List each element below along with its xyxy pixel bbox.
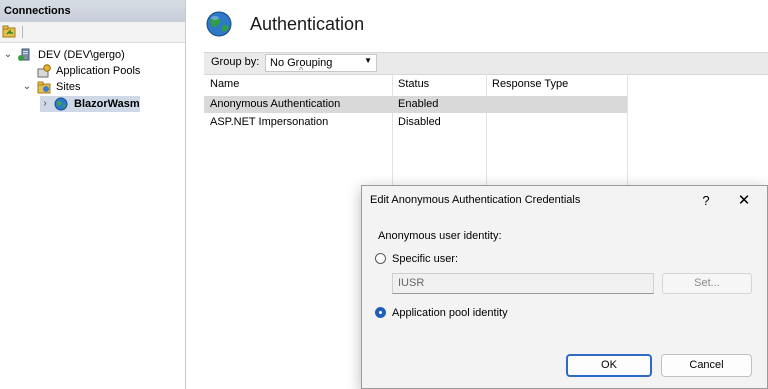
connections-header: Connections [0,0,185,22]
dialog-title: Edit Anonymous Authentication Credential… [370,194,581,206]
group-by-label: Group by: [211,56,260,68]
tree-item-dev[interactable]: ⌄ DEV (DEV\gergo) [0,47,185,63]
dropdown-arrow-icon: ▼ [364,56,372,65]
group-by-dropdown[interactable]: No Grouping ▼ [265,54,377,72]
tree-item-label: BlazorWasm [74,98,140,110]
specific-user-label[interactable]: Specific user: [392,253,458,265]
globe-icon [54,97,68,111]
page-title: Authentication [250,14,365,34]
chevron-right-icon[interactable]: › [40,96,50,112]
identity-label: Anonymous user identity: [378,230,502,242]
close-button[interactable]: ✕ [732,191,756,211]
table-row[interactable]: ASP.NET Impersonation Disabled [204,114,627,131]
tree-item-blazorwasm[interactable]: › BlazorWasm [40,96,140,112]
specific-user-radio[interactable] [375,253,386,264]
toolbar-separator [22,26,23,38]
tree-item-application-pools[interactable]: Application Pools [0,63,185,79]
specific-user-field[interactable]: IUSR [392,273,654,294]
cell-status: Disabled [398,116,441,128]
set-button[interactable]: Set... [662,273,752,294]
server-icon [18,48,30,61]
connections-toolbar [0,22,185,43]
tree-item-label: DEV (DEV\gergo) [38,49,125,61]
tree-item-sites[interactable]: ⌄ Sites [0,79,185,95]
column-header-name[interactable]: Name [210,74,239,94]
table-row[interactable]: Anonymous Authentication Enabled [204,96,627,113]
group-by-bar: Group by: No Grouping ▼ [204,52,768,75]
edit-anonymous-credentials-dialog: Edit Anonymous Authentication Credential… [361,185,768,389]
app-pools-icon [37,64,51,78]
connections-pane: Connections ⌄ DEV (DEV\gergo) Applicatio… [0,0,186,389]
chevron-down-icon[interactable]: ⌄ [22,79,32,95]
sort-caret-icon: ^ [299,65,304,75]
radio-selected-dot [379,311,382,314]
tree-item-label: Application Pools [56,65,141,77]
cell-status: Enabled [398,98,439,110]
connect-icon[interactable] [2,25,16,38]
dialog-titlebar: Edit Anonymous Authentication Credential… [362,186,767,216]
column-header-response-type[interactable]: Response Type [492,74,568,94]
ok-button[interactable]: OK [566,354,652,377]
cancel-button[interactable]: Cancel [661,354,752,377]
app-pool-identity-label[interactable]: Application pool identity [392,307,508,319]
sites-folder-icon [37,81,51,94]
help-button[interactable]: ? [694,191,718,211]
chevron-down-icon[interactable]: ⌄ [3,47,13,63]
cell-name: Anonymous Authentication [210,98,341,110]
cell-name: ASP.NET Impersonation [210,116,329,128]
tree-item-label: Sites [56,81,81,93]
app-pool-identity-radio[interactable] [375,307,386,318]
globe-icon [206,11,232,37]
column-header-status[interactable]: Status [398,74,429,94]
